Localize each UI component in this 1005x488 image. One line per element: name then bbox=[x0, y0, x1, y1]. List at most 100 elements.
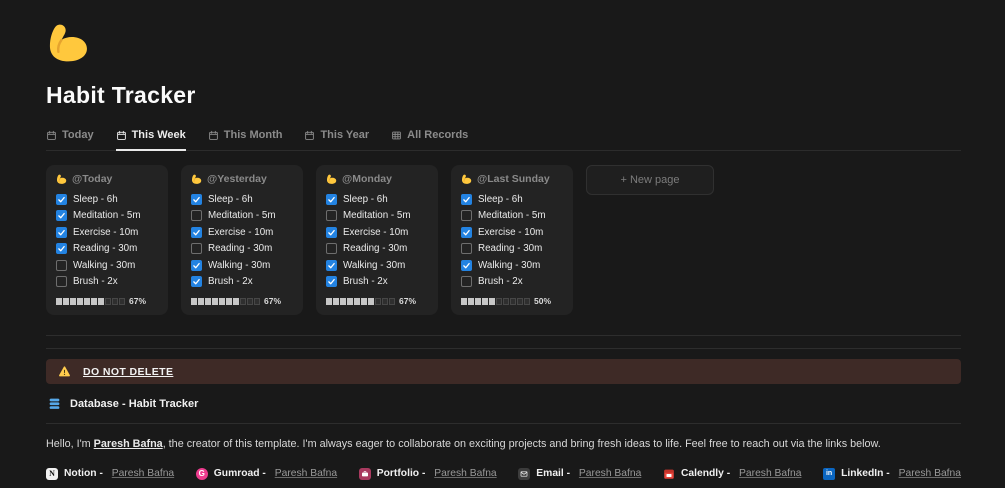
progress-segment bbox=[105, 297, 111, 305]
divider bbox=[46, 423, 961, 424]
muscle-emoji bbox=[191, 174, 202, 185]
link-name[interactable]: Paresh Bafna bbox=[112, 468, 174, 479]
check-icon bbox=[57, 244, 66, 253]
habit-item: Exercise - 10m bbox=[461, 224, 563, 241]
muscle-emoji bbox=[46, 22, 90, 66]
checkbox[interactable] bbox=[191, 210, 202, 222]
progress-segment bbox=[347, 297, 353, 305]
habit-label: Walking - 30m bbox=[73, 259, 136, 271]
checkbox[interactable] bbox=[56, 226, 67, 238]
habit-item: Sleep - 6h bbox=[191, 191, 293, 208]
checkbox[interactable] bbox=[461, 259, 472, 271]
checkbox[interactable] bbox=[326, 210, 337, 222]
link-name[interactable]: Paresh Bafna bbox=[739, 468, 801, 479]
habit-card[interactable]: @Yesterday Sleep - 6h Meditation - 5m Exerc… bbox=[181, 165, 303, 315]
progress-segment bbox=[254, 297, 260, 305]
checkbox[interactable] bbox=[56, 210, 67, 222]
new-page-button[interactable]: + New page bbox=[586, 165, 714, 195]
progress-segment bbox=[198, 297, 204, 305]
habit-label: Brush - 2x bbox=[343, 276, 388, 288]
link-name[interactable]: Paresh Bafna bbox=[579, 468, 641, 479]
link-calendly[interactable]: Calendly - Paresh Bafna bbox=[663, 468, 801, 480]
link-platform: Notion - bbox=[64, 468, 106, 480]
progress-segment bbox=[233, 297, 239, 305]
link-name[interactable]: Paresh Bafna bbox=[434, 468, 496, 479]
progress-segment bbox=[482, 297, 488, 305]
tab-this-month[interactable]: This Month bbox=[208, 129, 282, 151]
social-links: N Notion - Paresh Bafna G Gumroad - Paresh … bbox=[46, 467, 961, 480]
habit-card[interactable]: @Today Sleep - 6h Meditation - 5m Exercise … bbox=[46, 165, 168, 315]
checkbox[interactable] bbox=[191, 276, 202, 288]
habit-label: Reading - 30m bbox=[73, 243, 138, 255]
tab-label: All Records bbox=[407, 129, 469, 141]
habit-card[interactable]: @Monday Sleep - 6h Meditation - 5m Exercise… bbox=[316, 165, 438, 315]
board: @Today Sleep - 6h Meditation - 5m Exercise … bbox=[46, 165, 961, 315]
database-link[interactable]: Database - Habit Tracker bbox=[46, 392, 200, 415]
linkedin-icon: in bbox=[823, 467, 836, 480]
checkbox[interactable] bbox=[326, 276, 337, 288]
check-icon bbox=[57, 195, 66, 204]
habit-card[interactable]: @Last Sunday Sleep - 6h Meditation - 5m Exe… bbox=[451, 165, 573, 315]
checkbox[interactable] bbox=[191, 243, 202, 255]
card-header: @Today bbox=[56, 173, 158, 185]
progress-segment bbox=[84, 297, 90, 305]
checkbox[interactable] bbox=[461, 276, 472, 288]
progress-segment bbox=[56, 297, 62, 305]
checkbox[interactable] bbox=[461, 243, 472, 255]
checkbox[interactable] bbox=[191, 226, 202, 238]
checkbox[interactable] bbox=[461, 226, 472, 238]
progress-segment bbox=[475, 297, 481, 305]
checkbox[interactable] bbox=[461, 193, 472, 205]
habit-label: Sleep - 6h bbox=[73, 193, 118, 205]
habit-label: Exercise - 10m bbox=[208, 226, 274, 238]
progress-bar: 50% bbox=[461, 296, 563, 306]
habit-item: Walking - 30m bbox=[56, 257, 158, 274]
habit-label: Meditation - 5m bbox=[478, 210, 546, 222]
muscle-emoji bbox=[56, 174, 67, 185]
intro-text: Hello, I'm Paresh Bafna, the creator of … bbox=[46, 437, 961, 453]
tab-label: Today bbox=[62, 129, 94, 141]
link-email[interactable]: Email - Paresh Bafna bbox=[518, 467, 641, 480]
card-header: @Monday bbox=[326, 173, 428, 185]
link-linkedin[interactable]: in LinkedIn - Paresh Bafna bbox=[823, 467, 961, 480]
tab-today[interactable]: Today bbox=[46, 129, 94, 151]
link-platform: LinkedIn - bbox=[841, 468, 893, 480]
creator-name-link[interactable]: Paresh Bafna bbox=[94, 438, 163, 450]
tab-this-week[interactable]: This Week bbox=[115, 129, 186, 151]
habit-label: Brush - 2x bbox=[208, 276, 253, 288]
habit-label: Meditation - 5m bbox=[343, 210, 411, 222]
checkbox[interactable] bbox=[56, 259, 67, 271]
check-icon bbox=[192, 228, 201, 237]
progress-segments bbox=[56, 297, 125, 305]
tab-all-records[interactable]: All Records bbox=[391, 129, 468, 151]
checkbox[interactable] bbox=[56, 193, 67, 205]
tab-this-year[interactable]: This Year bbox=[304, 129, 369, 151]
check-icon bbox=[462, 261, 471, 270]
checkbox[interactable] bbox=[56, 276, 67, 288]
habit-item: Reading - 30m bbox=[461, 241, 563, 258]
table-icon bbox=[391, 130, 402, 141]
checkbox[interactable] bbox=[461, 210, 472, 222]
page-background: Habit Tracker Today This Week This Month Th… bbox=[0, 0, 1005, 488]
checkbox[interactable] bbox=[326, 259, 337, 271]
link-name[interactable]: Paresh Bafna bbox=[275, 468, 337, 479]
link-portfolio[interactable]: Portfolio - Paresh Bafna bbox=[358, 467, 497, 480]
card-title: @Yesterday bbox=[207, 173, 267, 185]
progress-segment bbox=[340, 297, 346, 305]
checkbox[interactable] bbox=[191, 259, 202, 271]
checkbox[interactable] bbox=[326, 193, 337, 205]
checkbox[interactable] bbox=[56, 243, 67, 255]
link-gumroad[interactable]: G Gumroad - Paresh Bafna bbox=[195, 467, 337, 480]
habit-label: Reading - 30m bbox=[478, 243, 543, 255]
checkbox[interactable] bbox=[191, 193, 202, 205]
link-name[interactable]: Paresh Bafna bbox=[899, 468, 961, 479]
progress-segment bbox=[119, 297, 125, 305]
progress-bar: 67% bbox=[191, 296, 293, 306]
divider bbox=[46, 335, 961, 336]
habit-label: Meditation - 5m bbox=[208, 210, 276, 222]
habit-label: Walking - 30m bbox=[208, 259, 271, 271]
checkbox[interactable] bbox=[326, 226, 337, 238]
habit-item: Walking - 30m bbox=[326, 257, 428, 274]
checkbox[interactable] bbox=[326, 243, 337, 255]
link-notion[interactable]: N Notion - Paresh Bafna bbox=[46, 467, 174, 480]
